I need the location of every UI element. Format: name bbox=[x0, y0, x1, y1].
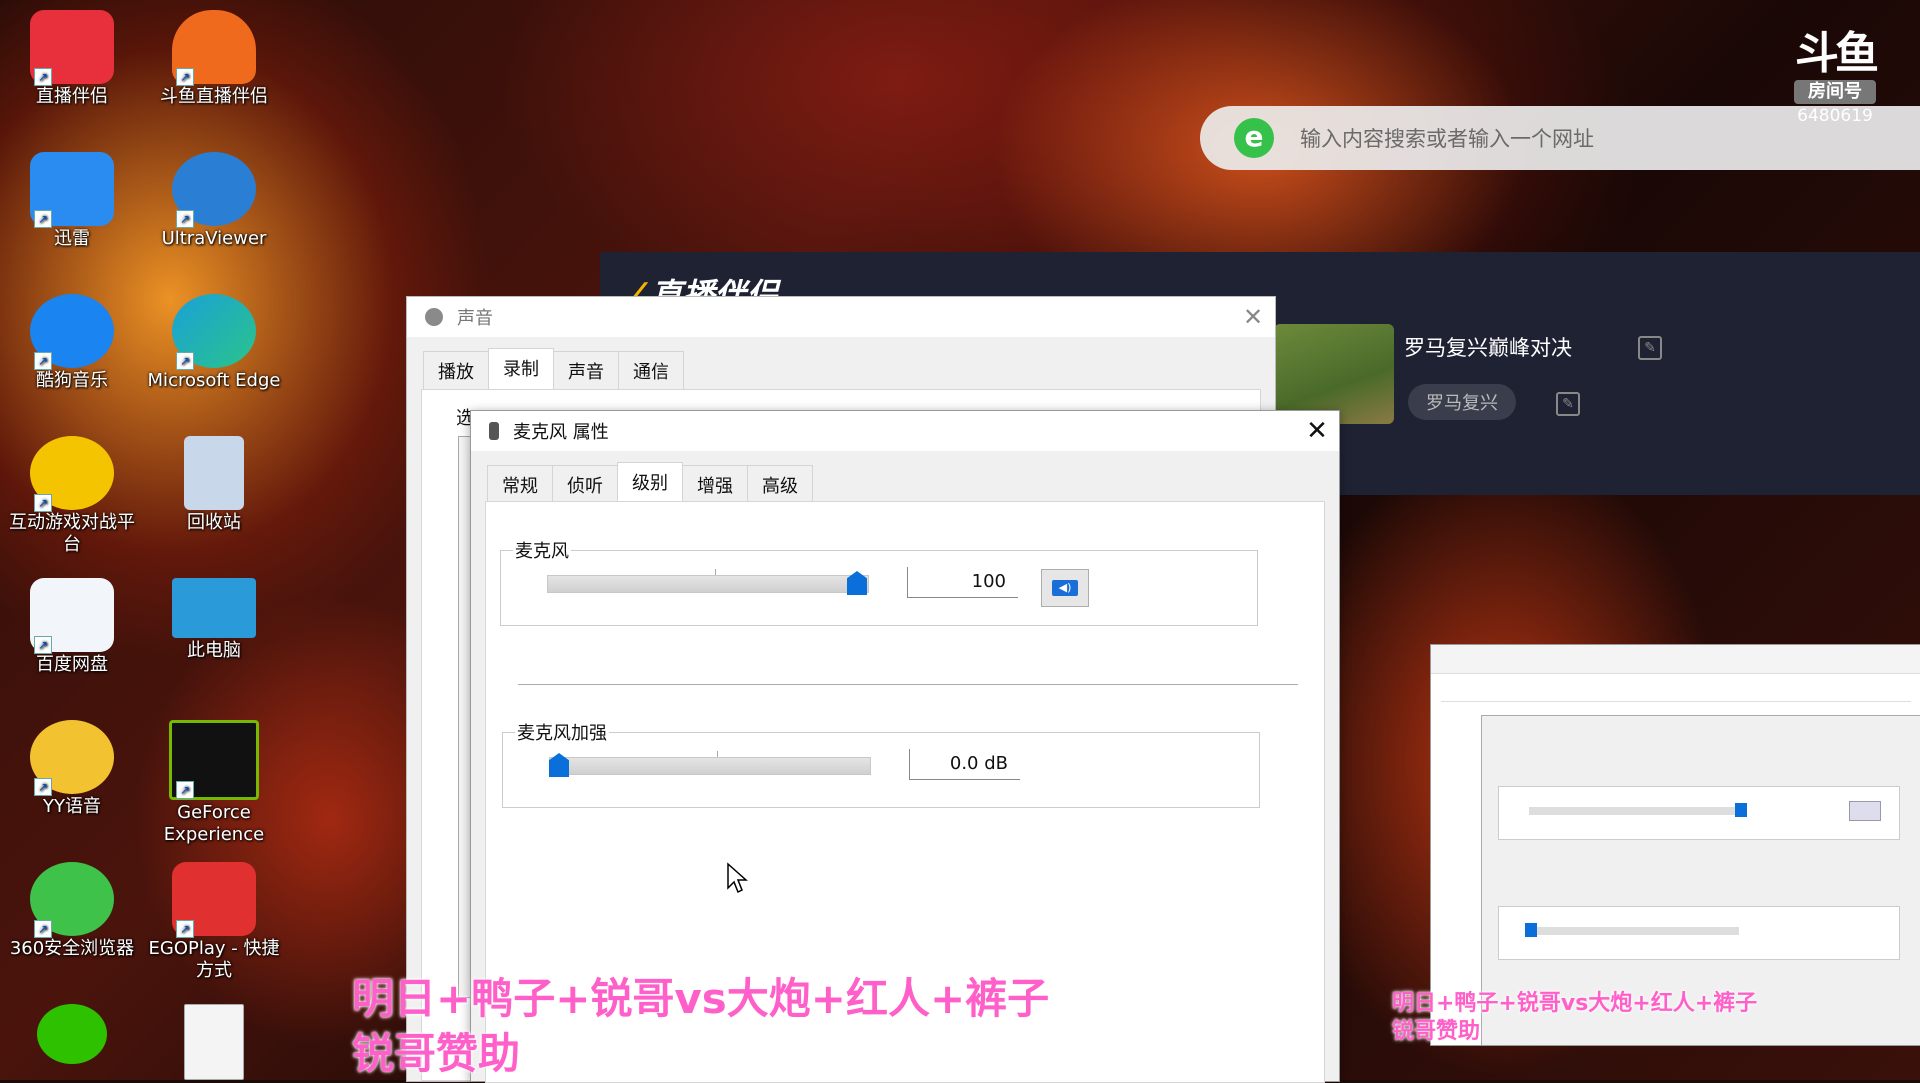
desktop-icon-label: 直播伴侣 bbox=[36, 86, 108, 107]
preview-mic-group bbox=[1498, 786, 1900, 840]
desktop-icon-egoplay[interactable]: ↗ EGOPlay - 快捷方式 bbox=[144, 862, 284, 982]
preview-titlebar bbox=[1431, 645, 1920, 674]
360-browser-logo-icon: e bbox=[1234, 118, 1274, 158]
desktop-icon-yy[interactable]: ↗ YY语音 bbox=[2, 720, 142, 818]
desktop-icon-label: GeForce Experience bbox=[163, 802, 265, 845]
overlay-caption-line2: 锐哥赞助 bbox=[352, 1029, 521, 1078]
sound-tabs: 播放 录制 声音 通信 bbox=[423, 348, 1275, 393]
tab-levels[interactable]: 级别 bbox=[617, 462, 683, 504]
desktop-icon-game-platform[interactable]: ↗ 互动游戏对战平台 bbox=[2, 436, 142, 556]
edit-title-icon[interactable]: ✎ bbox=[1638, 336, 1662, 360]
tab-communications[interactable]: 通信 bbox=[618, 351, 684, 393]
preview-boost-slider bbox=[1529, 927, 1739, 935]
ultraviewer-icon: ↗ bbox=[172, 152, 256, 228]
desktop-icon-label: 此电脑 bbox=[187, 640, 241, 661]
douyu-logo: 斗鱼 bbox=[1795, 28, 1879, 79]
desktop-icon-360-browser[interactable]: ↗ 360安全浏览器 bbox=[2, 862, 142, 960]
egoplay-icon: ↗ bbox=[172, 862, 256, 938]
sound-dialog-title: 声音 bbox=[457, 308, 493, 329]
preview-boost-group bbox=[1498, 906, 1900, 960]
douyu-room-badge: 斗鱼 房间号 6480619 bbox=[1780, 30, 1890, 126]
tab-sounds[interactable]: 声音 bbox=[553, 351, 619, 393]
edit-tag-icon[interactable]: ✎ bbox=[1556, 392, 1580, 416]
boost-slider-track[interactable] bbox=[549, 757, 871, 775]
tab-playback[interactable]: 播放 bbox=[423, 351, 489, 393]
microphone-icon bbox=[489, 422, 499, 440]
desktop-icon-label: 迅雷 bbox=[54, 228, 90, 249]
desktop-icon-kugou[interactable]: ↗ 酷狗音乐 bbox=[2, 294, 142, 392]
desktop-icon-label: YY语音 bbox=[43, 796, 101, 817]
xunlei-icon: ↗ bbox=[30, 152, 114, 228]
game-platform-icon: ↗ bbox=[30, 436, 114, 512]
stream-tag[interactable]: 罗马复兴 bbox=[1408, 384, 1516, 420]
speaker-icon bbox=[425, 308, 443, 326]
desktop-icon-label: 回收站 bbox=[187, 512, 241, 533]
recycle-bin-icon bbox=[184, 436, 244, 510]
microphone-slider-track[interactable] bbox=[547, 575, 869, 593]
wechat-icon bbox=[37, 1004, 107, 1064]
desktop-icon-douyu-banlv[interactable]: ↗ 斗鱼直播伴侣 bbox=[144, 10, 284, 108]
desktop-icon-geforce[interactable]: ↗ GeForce Experience bbox=[144, 720, 284, 846]
microphone-group-label: 麦克风 bbox=[513, 537, 571, 563]
text-file-icon bbox=[184, 1004, 244, 1080]
divider bbox=[518, 684, 1298, 685]
preview-tabs bbox=[1441, 679, 1911, 702]
desktop-icon-label: 互动游戏对战平台 bbox=[9, 512, 135, 555]
baidu-netdisk-icon: ↗ bbox=[30, 578, 114, 654]
desktop-icon-zhibo-banlv[interactable]: ↗ 直播伴侣 bbox=[2, 10, 142, 108]
this-pc-icon bbox=[172, 578, 256, 638]
edge-icon: ↗ bbox=[172, 294, 256, 370]
desktop-icon-ultraviewer[interactable]: ↗ UltraViewer bbox=[144, 152, 284, 250]
desktop-icon-label: 斗鱼直播伴侣 bbox=[160, 86, 268, 107]
overlay-caption-line1: 明日+鸭子+锐哥vs大炮+红人+裤子 bbox=[352, 974, 1050, 1023]
desktop-icon-label: Microsoft Edge bbox=[147, 370, 281, 391]
desktop-icon-label: 百度网盘 bbox=[36, 654, 108, 675]
microphone-level-input[interactable]: 100 bbox=[907, 567, 1018, 598]
desktop-icon-label: EGOPlay - 快捷方式 bbox=[148, 938, 280, 981]
desktop-icon-wechat[interactable] bbox=[2, 1004, 142, 1066]
geforce-icon: ↗ bbox=[169, 720, 259, 800]
preview-overlay-line1: 明日+鸭子+锐哥vs大炮+红人+裤子 bbox=[1392, 991, 1758, 1016]
preview-overlay-line2: 锐哥赞助 bbox=[1392, 1019, 1481, 1044]
close-icon[interactable]: ✕ bbox=[1295, 416, 1339, 446]
speaker-icon: ◀) bbox=[1052, 580, 1078, 596]
desktop-icon-label: 360安全浏览器 bbox=[9, 938, 135, 959]
desktop-icon-baidu-netdisk[interactable]: ↗ 百度网盘 bbox=[2, 578, 142, 676]
desktop-icon-edge[interactable]: ↗ Microsoft Edge bbox=[144, 294, 284, 392]
mouse-cursor-icon bbox=[727, 862, 748, 894]
yy-icon: ↗ bbox=[30, 720, 114, 796]
boost-level-input[interactable]: 0.0 dB bbox=[909, 749, 1020, 780]
tab-recording[interactable]: 录制 bbox=[488, 348, 554, 390]
stream-thumbnail[interactable] bbox=[1274, 324, 1394, 424]
douyu-banlv-icon: ↗ bbox=[172, 10, 256, 86]
preview-mic-slider bbox=[1529, 807, 1739, 815]
stream-preview-thumbnail bbox=[1430, 644, 1920, 1046]
desktop-icon-text-file[interactable] bbox=[144, 1004, 284, 1082]
kugou-icon: ↗ bbox=[30, 294, 114, 370]
zhibo-banlv-icon: ↗ bbox=[30, 10, 114, 86]
360-browser-icon: ↗ bbox=[30, 862, 114, 938]
microphone-boost-group-label: 麦克风加强 bbox=[515, 719, 609, 745]
preview-boost-thumb bbox=[1525, 923, 1537, 937]
desktop-icon-label: UltraViewer bbox=[161, 228, 267, 249]
mic-dialog-titlebar[interactable]: 麦克风 属性 ✕ bbox=[471, 411, 1339, 451]
room-number: 6480619 bbox=[1797, 106, 1873, 126]
desktop-icon-xunlei[interactable]: ↗ 迅雷 bbox=[2, 152, 142, 250]
desktop-icon-recycle-bin[interactable]: 回收站 bbox=[144, 436, 284, 534]
sound-dialog-titlebar[interactable]: 声音 ✕ bbox=[407, 297, 1275, 337]
desktop-icon-this-pc[interactable]: 此电脑 bbox=[144, 578, 284, 662]
preview-mic-thumb bbox=[1735, 803, 1747, 817]
mute-button[interactable]: ◀) bbox=[1041, 569, 1089, 607]
desktop-icon-label: 酷狗音乐 bbox=[36, 370, 108, 391]
search-input[interactable]: 输入内容搜索或者输入一个网址 bbox=[1300, 123, 1594, 153]
microphone-boost-group: 麦克风加强 0.0 dB bbox=[502, 719, 1260, 808]
stream-title: 罗马复兴巅峰对决 bbox=[1404, 336, 1572, 360]
room-label: 房间号 bbox=[1794, 80, 1876, 104]
preview-mute-button bbox=[1849, 801, 1881, 821]
close-icon[interactable]: ✕ bbox=[1231, 303, 1275, 331]
microphone-group: 麦克风 100 ◀) bbox=[500, 537, 1258, 626]
mic-dialog-title: 麦克风 属性 bbox=[513, 422, 609, 443]
